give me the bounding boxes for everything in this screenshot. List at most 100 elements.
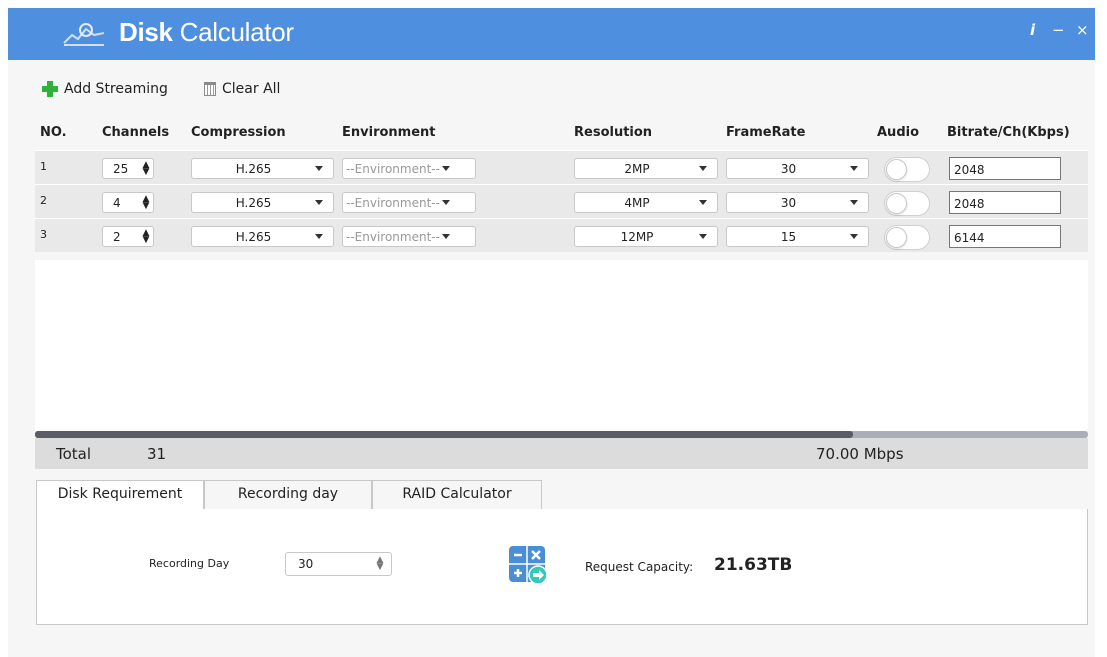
framerate-value: 15 [780,229,797,244]
table-row: 1 25 ▲ ▼ H.265 --Environment-- 2MP 30 20… [35,150,1088,184]
dropdown-caret-icon [441,234,450,239]
table-row: 2 4 ▲ ▼ H.265 --Environment-- 4MP 30 204… [35,184,1088,218]
request-capacity-label: Request Capacity: [585,560,694,574]
total-label: Total [56,445,92,463]
clear-all-label: Clear All [222,81,281,97]
clear-all-button[interactable]: Clear All [204,81,280,97]
compression-value: H.265 [235,229,272,244]
resolution-select[interactable]: 4MP [574,192,718,213]
channels-value: 2 [113,229,121,244]
environment-select[interactable]: --Environment-- [342,158,476,179]
tab-bar: Disk Requirement Recording day RAID Calc… [36,480,1088,510]
table-empty-area [35,260,1088,431]
row-number: 1 [40,160,47,173]
recording-day-value: 30 [298,557,314,571]
total-bar: Total 31 70.00 Mbps [35,438,1088,469]
compression-value: H.265 [235,195,272,210]
dropdown-caret-icon [315,166,323,171]
channels-value: 25 [113,161,129,176]
app-title-bold: Disk [119,17,173,47]
compression-select[interactable]: H.265 [191,158,334,179]
framerate-select[interactable]: 30 [726,158,869,179]
streams-table: NO. Channels Compression Environment Res… [35,115,1088,252]
row-number: 2 [40,194,47,207]
compression-select[interactable]: H.265 [191,226,334,247]
environment-value: --Environment-- [346,195,440,210]
table-row: 3 2 ▲ ▼ H.265 --Environment-- 12MP 15 61… [35,218,1088,252]
total-channels: 31 [147,445,167,463]
total-bandwidth: 70.00 Mbps [816,445,904,463]
framerate-select[interactable]: 15 [726,226,869,247]
request-capacity-value: 21.63TB [714,555,793,575]
header-audio: Audio [877,125,920,140]
tab-disk-requirement[interactable]: Disk Requirement [36,480,204,510]
dropdown-caret-icon [315,234,323,239]
app-title-light: Calculator [179,17,294,47]
bitrate-input[interactable]: 6144 [949,225,1061,248]
spinner-arrows-icon[interactable]: ▲ ▼ [373,556,387,572]
spinner-arrows-icon[interactable]: ▲ ▼ [139,228,153,244]
spinner-arrows-icon[interactable]: ▲ ▼ [139,160,153,176]
header-channels: Channels [102,125,170,140]
row-number: 3 [40,228,47,241]
framerate-value: 30 [780,161,797,176]
audio-toggle[interactable] [884,191,930,216]
calculator-icon[interactable] [509,546,547,584]
framerate-value: 30 [780,195,797,210]
channels-stepper[interactable]: 2 ▲ ▼ [102,226,154,247]
dropdown-caret-icon [699,200,707,205]
environment-select[interactable]: --Environment-- [342,226,476,247]
app-title: Disk Calculator [119,17,294,48]
logo-icon [63,23,105,46]
header-no: NO. [40,125,67,140]
table-header: NO. Channels Compression Environment Res… [35,115,1088,150]
minimize-button[interactable]: − [1052,21,1065,39]
dropdown-caret-icon [850,166,858,171]
app-window: Disk Calculator i − × Add Streaming Clea… [8,8,1095,657]
environment-value: --Environment-- [346,229,440,244]
recording-day-stepper[interactable]: 30 ▲ ▼ [285,552,392,576]
audio-toggle[interactable] [884,157,930,182]
header-bitrate: Bitrate/Ch(Kbps) [947,125,1070,140]
dropdown-caret-icon [441,166,450,171]
header-framerate: FrameRate [726,125,806,140]
trash-icon [204,82,216,96]
channels-stepper[interactable]: 25 ▲ ▼ [102,158,154,179]
environment-value: --Environment-- [346,161,440,176]
resolution-select[interactable]: 12MP [574,226,718,247]
channels-value: 4 [113,195,121,210]
recording-day-label: Recording Day [149,557,230,570]
disk-requirement-panel: Recording Day 30 ▲ ▼ Request Capacity: 21… [36,509,1088,625]
framerate-select[interactable]: 30 [726,192,869,213]
resolution-value: 12MP [620,229,654,244]
dropdown-caret-icon [699,166,707,171]
audio-toggle[interactable] [884,225,930,250]
close-button[interactable]: × [1076,21,1089,39]
horizontal-scrollbar[interactable] [35,431,1088,438]
bitrate-input[interactable]: 2048 [949,157,1061,180]
dropdown-caret-icon [850,234,858,239]
header-resolution: Resolution [574,125,653,140]
resolution-value: 4MP [624,195,650,210]
channels-stepper[interactable]: 4 ▲ ▼ [102,192,154,213]
dropdown-caret-icon [850,200,858,205]
title-bar[interactable]: Disk Calculator i − × [8,8,1095,60]
tab-raid-calculator[interactable]: RAID Calculator [372,480,542,509]
dropdown-caret-icon [315,200,323,205]
scrollbar-thumb[interactable] [35,431,853,438]
dropdown-caret-icon [441,200,450,205]
resolution-select[interactable]: 2MP [574,158,718,179]
header-compression: Compression [191,125,286,140]
spinner-arrows-icon[interactable]: ▲ ▼ [139,194,153,210]
tab-recording-day[interactable]: Recording day [204,480,372,509]
environment-select[interactable]: --Environment-- [342,192,476,213]
header-environment: Environment [342,125,436,140]
add-streaming-label: Add Streaming [64,81,168,97]
info-button[interactable]: i [1030,21,1035,39]
resolution-value: 2MP [624,161,650,176]
compression-select[interactable]: H.265 [191,192,334,213]
plus-icon [42,81,58,97]
compression-value: H.265 [235,161,272,176]
bitrate-input[interactable]: 2048 [949,191,1061,214]
add-streaming-button[interactable]: Add Streaming [42,81,168,97]
